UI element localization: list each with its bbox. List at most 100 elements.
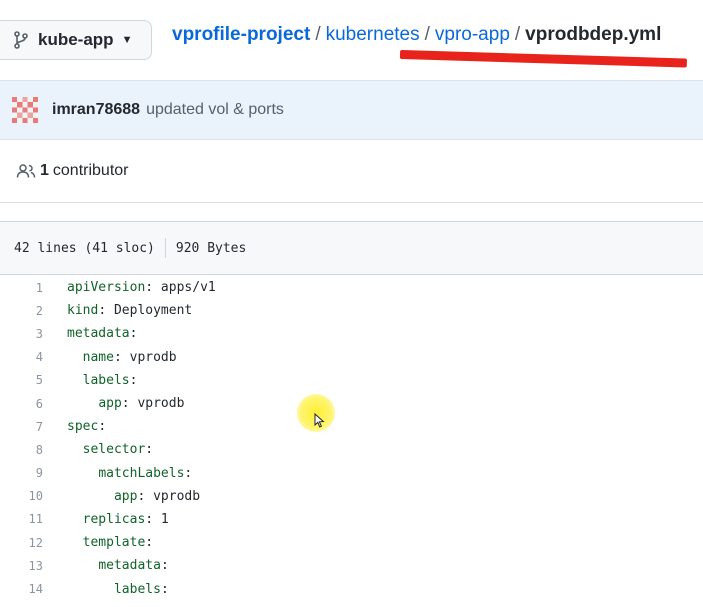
- yaml-value: : vprodb: [113, 349, 177, 365]
- yaml-key: labels: [113, 581, 161, 597]
- branch-name: kube-app: [38, 30, 114, 49]
- line-number[interactable]: 8: [0, 443, 43, 457]
- code-line: 9 matchLabels:: [0, 462, 703, 485]
- code-line: 8 selector:: [0, 438, 703, 461]
- branch-select-button[interactable]: kube-app ▼: [0, 20, 152, 60]
- yaml-value: : 1: [145, 511, 169, 527]
- yaml-key: spec: [67, 419, 99, 435]
- yaml-value: : vprodb: [121, 396, 185, 412]
- code-text: replicas: 1: [43, 512, 169, 527]
- code-text: metadata:: [43, 326, 137, 341]
- chevron-down-icon: ▼: [121, 34, 133, 46]
- yaml-key: matchLabels: [98, 465, 185, 481]
- latest-commit-bar: imran78688 updated vol & ports: [0, 80, 703, 140]
- breadcrumb-current-file: vprodbdep.yml: [525, 24, 662, 45]
- line-number[interactable]: 4: [0, 350, 43, 364]
- yaml-key: kind: [67, 303, 99, 319]
- line-number[interactable]: 10: [0, 489, 43, 503]
- breadcrumb-folder-kubernetes[interactable]: kubernetes: [326, 24, 420, 45]
- code-line: 7 spec:: [0, 415, 703, 438]
- code-text: template:: [43, 535, 153, 550]
- yaml-key: selector: [82, 442, 146, 458]
- code-line: 11 replicas: 1: [0, 508, 703, 531]
- file-size: 920 Bytes: [175, 240, 247, 256]
- line-number[interactable]: 2: [0, 304, 43, 318]
- red-underline-annotation: [399, 50, 688, 68]
- yaml-value: :: [145, 442, 154, 458]
- breadcrumb-folder-vpro-app[interactable]: vpro-app: [435, 24, 510, 45]
- code-line: 12 template:: [0, 531, 703, 554]
- line-number[interactable]: 11: [0, 512, 43, 526]
- line-number[interactable]: 12: [0, 536, 43, 550]
- yaml-value: :: [98, 419, 107, 435]
- file-line-count: 42 lines (41 sloc): [14, 240, 155, 256]
- code-text: matchLabels:: [43, 466, 192, 481]
- breadcrumb-separator: /: [424, 24, 430, 45]
- contributors-bar[interactable]: 1 contributor: [0, 140, 703, 203]
- code-text: selector:: [43, 442, 153, 457]
- breadcrumb-separator: /: [514, 24, 521, 45]
- code-line: 4 name: vprodb: [0, 346, 703, 369]
- line-number[interactable]: 9: [0, 466, 43, 480]
- yaml-value: :: [160, 558, 169, 574]
- line-number[interactable]: 7: [0, 420, 43, 434]
- contributor-count: 1: [40, 162, 49, 179]
- breadcrumb-separator: /: [315, 24, 321, 45]
- line-number[interactable]: 5: [0, 373, 43, 387]
- yaml-key: replicas: [82, 511, 146, 527]
- code-text: labels:: [43, 582, 169, 597]
- file-info-header: 42 lines (41 sloc) 920 Bytes: [0, 221, 703, 275]
- line-number[interactable]: 13: [0, 559, 43, 573]
- code-line: 3 metadata:: [0, 322, 703, 345]
- code-line: 6 app: vprodb: [0, 392, 703, 415]
- code-line: 2 kind: Deployment: [0, 299, 703, 322]
- commit-message-link[interactable]: updated vol & ports: [146, 101, 284, 119]
- line-number[interactable]: 1: [0, 281, 43, 295]
- code-text: apiVersion: apps/v1: [43, 280, 216, 295]
- code-line: 14 labels:: [0, 577, 703, 600]
- yaml-value: :: [129, 326, 138, 342]
- file-info-divider: [164, 238, 166, 258]
- yaml-key: app: [113, 488, 138, 504]
- code-text: labels:: [43, 372, 138, 388]
- code-line: 10 app: vprodb: [0, 485, 703, 508]
- yaml-value: :: [145, 535, 154, 551]
- yaml-key: name: [82, 349, 114, 365]
- code-line: 5 labels:: [0, 369, 703, 392]
- yaml-value: :: [184, 465, 193, 481]
- code-line: 13 metadata:: [0, 554, 703, 577]
- line-number[interactable]: 14: [0, 582, 43, 596]
- yaml-value: : vprodb: [137, 488, 201, 504]
- code-line: 1 apiVersion: apps/v1: [0, 276, 703, 299]
- code-text: spec:: [43, 419, 106, 434]
- yaml-key: template: [82, 535, 146, 551]
- code-text: metadata:: [43, 558, 169, 574]
- line-number[interactable]: 3: [0, 327, 43, 341]
- yaml-key: labels: [82, 372, 130, 388]
- yaml-value: : Deployment: [98, 303, 193, 319]
- code-text: name: vprodb: [43, 350, 177, 365]
- yaml-value: : apps/v1: [145, 280, 216, 296]
- line-number[interactable]: 6: [0, 397, 43, 411]
- contributor-label: contributor: [52, 162, 129, 179]
- breadcrumb-repo-link[interactable]: vprofile-project: [172, 24, 310, 45]
- identicon-avatar[interactable]: [12, 97, 38, 123]
- yaml-key: metadata: [98, 558, 161, 574]
- people-icon: [16, 164, 36, 178]
- yaml-value: :: [160, 581, 169, 597]
- code-text: kind: Deployment: [43, 303, 192, 318]
- commit-author-link[interactable]: imran78688: [52, 101, 140, 119]
- git-branch-icon: [14, 31, 28, 49]
- yaml-key: metadata: [67, 326, 130, 342]
- code-text: app: vprodb: [43, 489, 200, 504]
- code-text: app: vprodb: [43, 396, 184, 411]
